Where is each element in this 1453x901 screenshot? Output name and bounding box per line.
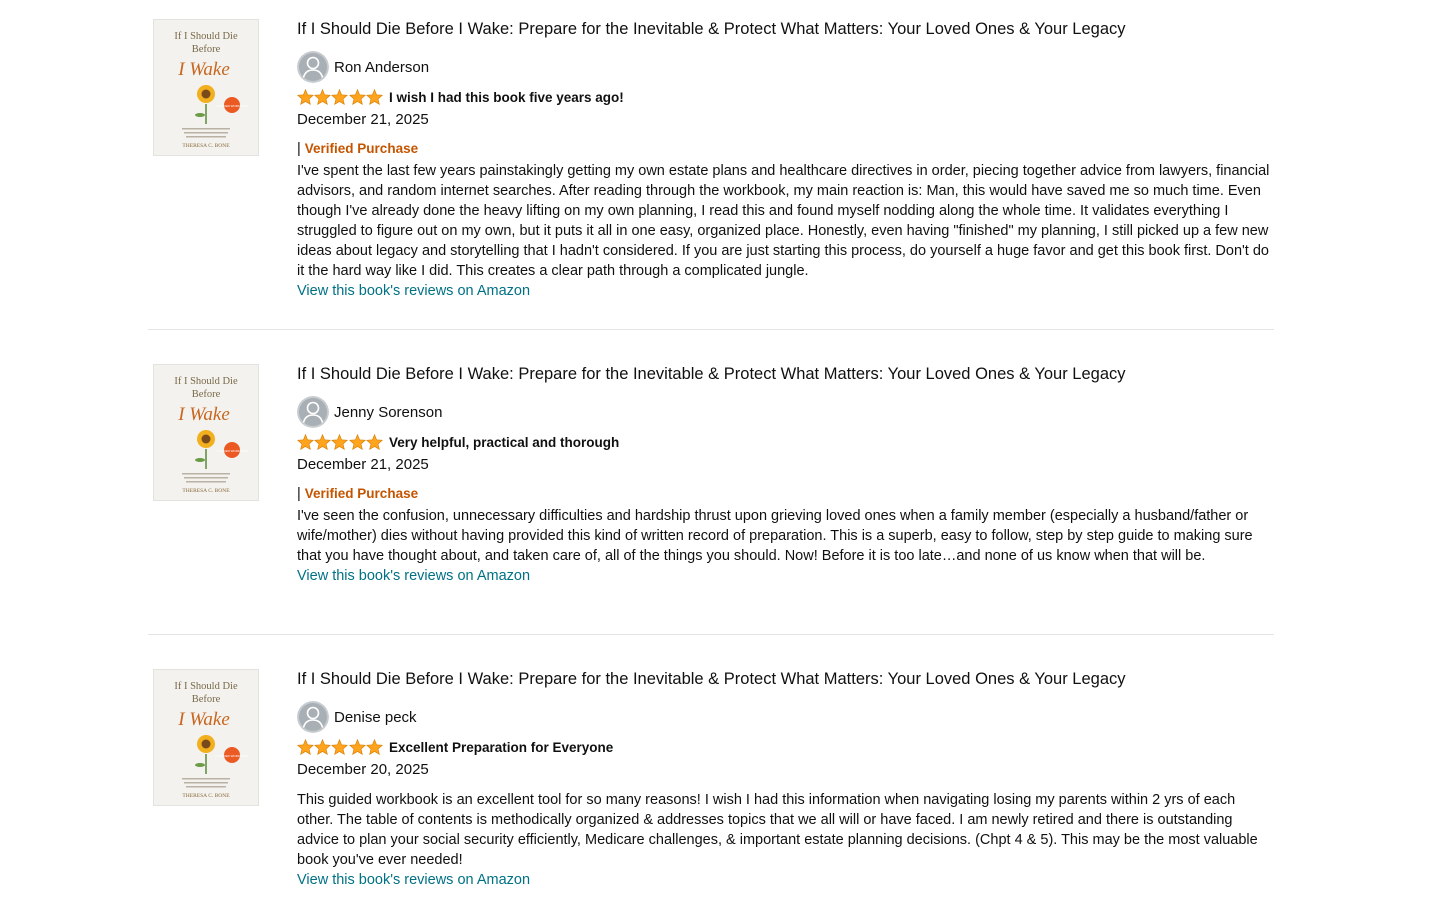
view-amazon-reviews-link[interactable]: View this book's reviews on Amazon xyxy=(297,870,530,890)
star-icon xyxy=(348,739,366,755)
book-cover[interactable]: If I Should Die Before I Wake A GUIDED W… xyxy=(153,669,259,806)
star-icon xyxy=(297,89,314,105)
review-text: This guided workbook is an excellent too… xyxy=(297,792,1258,868)
svg-text:Before: Before xyxy=(192,694,221,705)
avatar xyxy=(297,396,329,428)
star-icon xyxy=(365,739,383,755)
star-icon xyxy=(314,739,332,755)
verified-row: | Verified Purchase xyxy=(297,141,419,157)
view-amazon-reviews-link[interactable]: View this book's reviews on Amazon xyxy=(297,566,530,586)
user-icon xyxy=(297,51,329,83)
svg-text:Before: Before xyxy=(192,389,221,400)
star-icon xyxy=(314,434,332,450)
svg-text:I Wake: I Wake xyxy=(177,404,230,425)
star-icon xyxy=(297,434,314,450)
svg-text:THERESA C. BONE: THERESA C. BONE xyxy=(182,143,230,149)
avatar xyxy=(297,51,329,83)
review-card: If I Should Die Before I Wake A GUIDED W… xyxy=(148,0,1274,329)
review-card: If I Should Die Before I Wake A GUIDED W… xyxy=(148,329,1274,634)
book-cover[interactable]: If I Should Die Before I Wake A GUIDED W… xyxy=(153,364,259,501)
star-icon xyxy=(331,89,349,105)
star-rating xyxy=(297,739,383,755)
reviewer-name[interactable]: Ron Anderson xyxy=(334,59,429,76)
star-icon xyxy=(331,739,349,755)
star-icon xyxy=(348,89,366,105)
svg-text:A GUIDED WORKBOOK: A GUIDED WORKBOOK xyxy=(215,104,248,108)
svg-text:I Wake: I Wake xyxy=(177,709,230,730)
review-card: If I Should Die Before I Wake A GUIDED W… xyxy=(148,634,1274,901)
svg-text:Before: Before xyxy=(192,44,221,55)
review-headline: Very helpful, practical and thorough xyxy=(388,434,620,450)
svg-text:A GUIDED WORKBOOK: A GUIDED WORKBOOK xyxy=(215,754,248,758)
review-date: December 20, 2025 xyxy=(297,761,429,778)
svg-text:If I Should Die: If I Should Die xyxy=(174,376,238,387)
star-icon xyxy=(365,89,383,105)
svg-text:I Wake: I Wake xyxy=(177,59,230,80)
verified-purchase-badge: Verified Purchase xyxy=(304,141,419,156)
svg-text:If I Should Die: If I Should Die xyxy=(174,31,238,42)
star-icon xyxy=(314,89,332,105)
svg-text:THERESA C. BONE: THERESA C. BONE xyxy=(182,488,230,494)
reviews-list: If I Should Die Before I Wake A GUIDED W… xyxy=(148,0,1274,901)
book-title[interactable]: If I Should Die Before I Wake: Prepare f… xyxy=(297,18,1273,40)
star-rating xyxy=(297,89,383,105)
user-icon xyxy=(297,396,329,428)
review-text: I've spent the last few years painstakin… xyxy=(297,163,1270,279)
verified-row: | Verified Purchase xyxy=(297,486,419,502)
book-title[interactable]: If I Should Die Before I Wake: Prepare f… xyxy=(297,668,1273,690)
avatar xyxy=(297,701,329,733)
review-headline: I wish I had this book five years ago! xyxy=(388,89,624,105)
review-date: December 21, 2025 xyxy=(297,111,429,128)
reviewer-name[interactable]: Denise peck xyxy=(334,709,417,726)
svg-text:A GUIDED WORKBOOK: A GUIDED WORKBOOK xyxy=(215,449,248,453)
user-icon xyxy=(297,701,329,733)
verified-purchase-badge: Verified Purchase xyxy=(304,486,419,501)
reviewer-name[interactable]: Jenny Sorenson xyxy=(334,404,442,421)
svg-text:If I Should Die: If I Should Die xyxy=(174,681,238,692)
star-icon xyxy=(297,739,314,755)
book-cover[interactable]: If I Should Die Before I Wake A GUIDED W… xyxy=(153,19,259,156)
book-title[interactable]: If I Should Die Before I Wake: Prepare f… xyxy=(297,363,1273,385)
view-amazon-reviews-link[interactable]: View this book's reviews on Amazon xyxy=(297,281,530,301)
star-icon xyxy=(348,434,366,450)
review-date: December 21, 2025 xyxy=(297,456,429,473)
svg-text:THERESA C. BONE: THERESA C. BONE xyxy=(182,793,230,799)
star-icon xyxy=(331,434,349,450)
review-text: I've seen the confusion, unnecessary dif… xyxy=(297,508,1253,564)
star-icon xyxy=(365,434,383,450)
review-headline: Excellent Preparation for Everyone xyxy=(388,739,614,755)
star-rating xyxy=(297,434,383,450)
